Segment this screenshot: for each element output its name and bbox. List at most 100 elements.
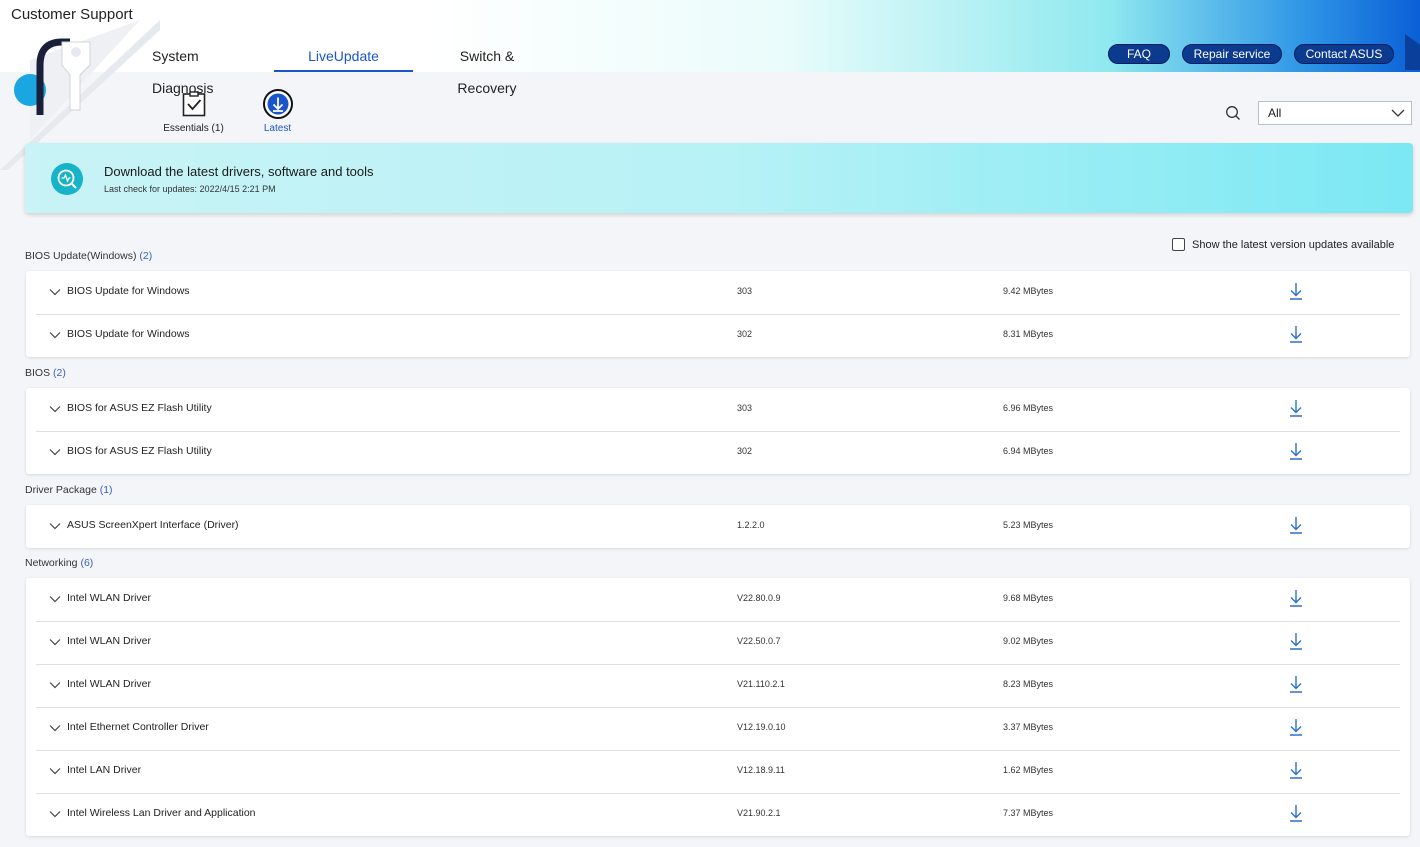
repair-service-button[interactable]: Repair service	[1182, 44, 1282, 64]
update-group-card: Intel WLAN Driver V22.80.0.9 9.68 MBytes In…	[26, 578, 1410, 836]
update-group-card: BIOS for ASUS EZ Flash Utility 303 6.96 MB…	[26, 388, 1410, 474]
update-version: 302	[737, 329, 753, 339]
category-filter-value: All	[1268, 106, 1282, 120]
update-version: V22.80.0.9	[737, 593, 781, 603]
chevron-down-icon	[1391, 109, 1405, 117]
update-row[interactable]: BIOS Update for Windows 302 8.31 MBytes	[26, 314, 1410, 357]
search-icon[interactable]	[1225, 105, 1241, 121]
app-title: Customer Support	[11, 6, 133, 23]
update-size: 6.96 MBytes	[1003, 403, 1054, 413]
update-row[interactable]: Intel Ethernet Controller Driver V12.19.0…	[26, 707, 1410, 750]
expand-chevron-icon[interactable]	[49, 637, 61, 647]
group-count: (6)	[80, 557, 94, 569]
faq-button[interactable]: FAQ	[1108, 44, 1170, 64]
checklist-icon	[182, 91, 205, 117]
download-icon[interactable]	[1288, 761, 1304, 779]
update-row[interactable]: BIOS for ASUS EZ Flash Utility 303 6.96 MB…	[26, 388, 1410, 431]
update-size: 8.31 MBytes	[1003, 329, 1054, 339]
expand-chevron-icon[interactable]	[49, 287, 61, 297]
group-name: Networking	[25, 557, 78, 569]
expand-chevron-icon[interactable]	[49, 594, 61, 604]
group-name: Driver Package	[25, 484, 97, 496]
group-count: (2)	[139, 250, 153, 262]
update-row[interactable]: BIOS Update for Windows 303 9.42 MBytes	[26, 271, 1410, 314]
update-version: V22.50.0.7	[737, 636, 781, 646]
tab-liveupdate[interactable]: LiveUpdate	[274, 40, 413, 72]
group-label: BIOS (2)	[25, 367, 66, 379]
download-icon[interactable]	[1288, 718, 1304, 736]
download-icon[interactable]	[1288, 516, 1304, 534]
update-name: Intel LAN Driver	[67, 764, 142, 776]
category-filter-select[interactable]: All	[1258, 101, 1412, 125]
update-name: ASUS ScreenXpert Interface (Driver)	[67, 519, 239, 531]
update-version: V12.18.9.11	[737, 765, 785, 775]
update-row[interactable]: ASUS ScreenXpert Interface (Driver) 1.2.2…	[26, 505, 1410, 548]
update-row[interactable]: Intel LAN Driver V12.18.9.11 1.62 MBytes	[26, 750, 1410, 793]
contact-asus-button[interactable]: Contact ASUS	[1294, 44, 1394, 64]
update-size: 7.37 MBytes	[1003, 808, 1054, 818]
update-name: Intel WLAN Driver	[67, 678, 152, 690]
group-label: BIOS Update(Windows) (2)	[25, 250, 152, 262]
update-version: 303	[737, 286, 753, 296]
header-links: FAQ Repair service Contact ASUS	[1108, 44, 1394, 64]
download-icon[interactable]	[1288, 632, 1304, 650]
update-row[interactable]: Intel Wireless Lan Driver and Applicatio…	[26, 793, 1410, 836]
expand-chevron-icon[interactable]	[49, 680, 61, 690]
update-group-card: BIOS Update for Windows 303 9.42 MBytes BIO…	[26, 271, 1410, 357]
expand-chevron-icon[interactable]	[49, 809, 61, 819]
update-size: 9.68 MBytes	[1003, 593, 1054, 603]
banner-title: Download the latest drivers, software an…	[104, 164, 374, 179]
show-latest-checkbox[interactable]	[1172, 238, 1185, 251]
tab-system-diagnosis[interactable]: System Diagnosis	[135, 40, 274, 96]
expand-chevron-icon[interactable]	[49, 404, 61, 414]
update-name: BIOS Update for Windows	[67, 285, 190, 297]
show-latest-option[interactable]: Show the latest version updates availabl…	[1172, 238, 1394, 251]
update-row[interactable]: Intel WLAN Driver V21.110.2.1 8.23 MBytes	[26, 664, 1410, 707]
update-version: V21.90.2.1	[737, 808, 781, 818]
update-size: 3.37 MBytes	[1003, 722, 1054, 732]
update-row[interactable]: BIOS for ASUS EZ Flash Utility 302 6.94 MB…	[26, 431, 1410, 474]
update-name: Intel Ethernet Controller Driver	[67, 721, 209, 733]
update-version: 303	[737, 403, 753, 413]
download-icon[interactable]	[1288, 675, 1304, 693]
download-icon[interactable]	[1288, 282, 1304, 300]
update-row[interactable]: Intel WLAN Driver V22.80.0.9 9.68 MBytes	[26, 578, 1410, 621]
update-name: BIOS Update for Windows	[67, 328, 190, 340]
update-group-card: ASUS ScreenXpert Interface (Driver) 1.2.2…	[26, 505, 1410, 548]
subtab-latest[interactable]: Latest	[244, 88, 311, 134]
update-size: 1.62 MBytes	[1003, 765, 1054, 775]
group-count: (1)	[99, 484, 113, 496]
expand-chevron-icon[interactable]	[49, 723, 61, 733]
download-circle-icon	[262, 89, 293, 119]
update-name: Intel WLAN Driver	[67, 635, 152, 647]
update-banner: Download the latest drivers, software an…	[25, 143, 1413, 213]
download-icon[interactable]	[1288, 399, 1304, 417]
expand-chevron-icon[interactable]	[49, 330, 61, 340]
update-name: BIOS for ASUS EZ Flash Utility	[67, 402, 212, 414]
download-icon[interactable]	[1288, 325, 1304, 343]
liveupdate-subtabs: Essentials (1) Latest	[160, 88, 328, 134]
last-check-text: Last check for updates: 2022/4/15 2:21 P…	[104, 184, 276, 194]
group-name: BIOS	[25, 367, 51, 379]
group-count: (2)	[53, 367, 66, 379]
tab-switch-recovery[interactable]: Switch & Recovery	[413, 40, 561, 96]
expand-chevron-icon[interactable]	[49, 766, 61, 776]
update-name: Intel WLAN Driver	[67, 592, 152, 604]
update-version: V21.110.2.1	[737, 679, 785, 689]
group-name: BIOS Update(Windows)	[25, 250, 137, 262]
update-name: Intel Wireless Lan Driver and Applicatio…	[67, 807, 256, 819]
update-row[interactable]: Intel WLAN Driver V22.50.0.7 9.02 MBytes	[26, 621, 1410, 664]
download-icon[interactable]	[1288, 589, 1304, 607]
expand-chevron-icon[interactable]	[49, 521, 61, 531]
main-tabs: System Diagnosis LiveUpdate Switch & Rec…	[135, 40, 561, 96]
group-label: Networking (6)	[25, 557, 93, 569]
update-version: V12.19.0.10	[737, 722, 786, 732]
subtab-essentials-label: Essentials (1)	[163, 123, 224, 134]
expand-chevron-icon[interactable]	[49, 447, 61, 457]
subtab-latest-label: Latest	[263, 123, 292, 134]
download-icon[interactable]	[1288, 442, 1304, 460]
subtab-essentials[interactable]: Essentials (1)	[160, 88, 227, 134]
update-name: BIOS for ASUS EZ Flash Utility	[67, 445, 212, 457]
download-icon[interactable]	[1288, 804, 1304, 822]
scan-update-icon	[51, 163, 83, 195]
